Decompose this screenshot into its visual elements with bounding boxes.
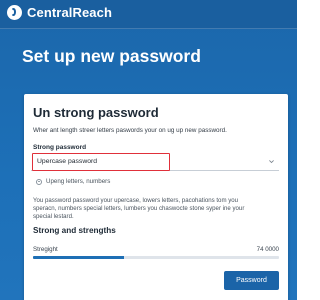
strength-meter [33, 256, 279, 259]
password-submit-button[interactable]: Password [224, 271, 279, 290]
password-card: Un strong password Wher ant length stree… [24, 94, 288, 300]
rules-line: You password password your upercase, low… [33, 197, 239, 204]
select-value: Upercase password [37, 158, 98, 165]
rules-line: speracn, numbers special letters, lumber… [33, 204, 245, 212]
rules-line: special lestard. [33, 212, 74, 220]
strength-title: Strong and strengths [33, 226, 116, 235]
page-title: Set up new password [22, 46, 201, 66]
centralreach-logo-icon [7, 5, 22, 20]
hint-text: Upeng letters, numbers [46, 178, 111, 185]
password-field-label: Strong password [33, 144, 87, 151]
top-bar: CentralReach [0, 0, 297, 29]
brand-logo[interactable]: CentralReach [7, 5, 112, 20]
chevron-down-icon[interactable] [268, 158, 275, 165]
password-hint[interactable]: Upeng letters, numbers [36, 178, 110, 185]
brand-name: CentralReach [27, 5, 113, 20]
strength-label: Stregight [33, 246, 58, 253]
strength-meter-fill [33, 256, 125, 259]
page: CentralReach Set up new password Un stro… [0, 0, 297, 300]
card-title: Un strong password [33, 105, 159, 120]
password-rules-text: You password password your upercase, low… [33, 197, 283, 220]
password-type-select[interactable]: Upercase password [31, 153, 279, 171]
strength-count: 74 0000 [256, 246, 279, 253]
card-description: Wher ant length streer letters paswords … [33, 127, 227, 134]
radio-icon[interactable] [36, 178, 42, 185]
